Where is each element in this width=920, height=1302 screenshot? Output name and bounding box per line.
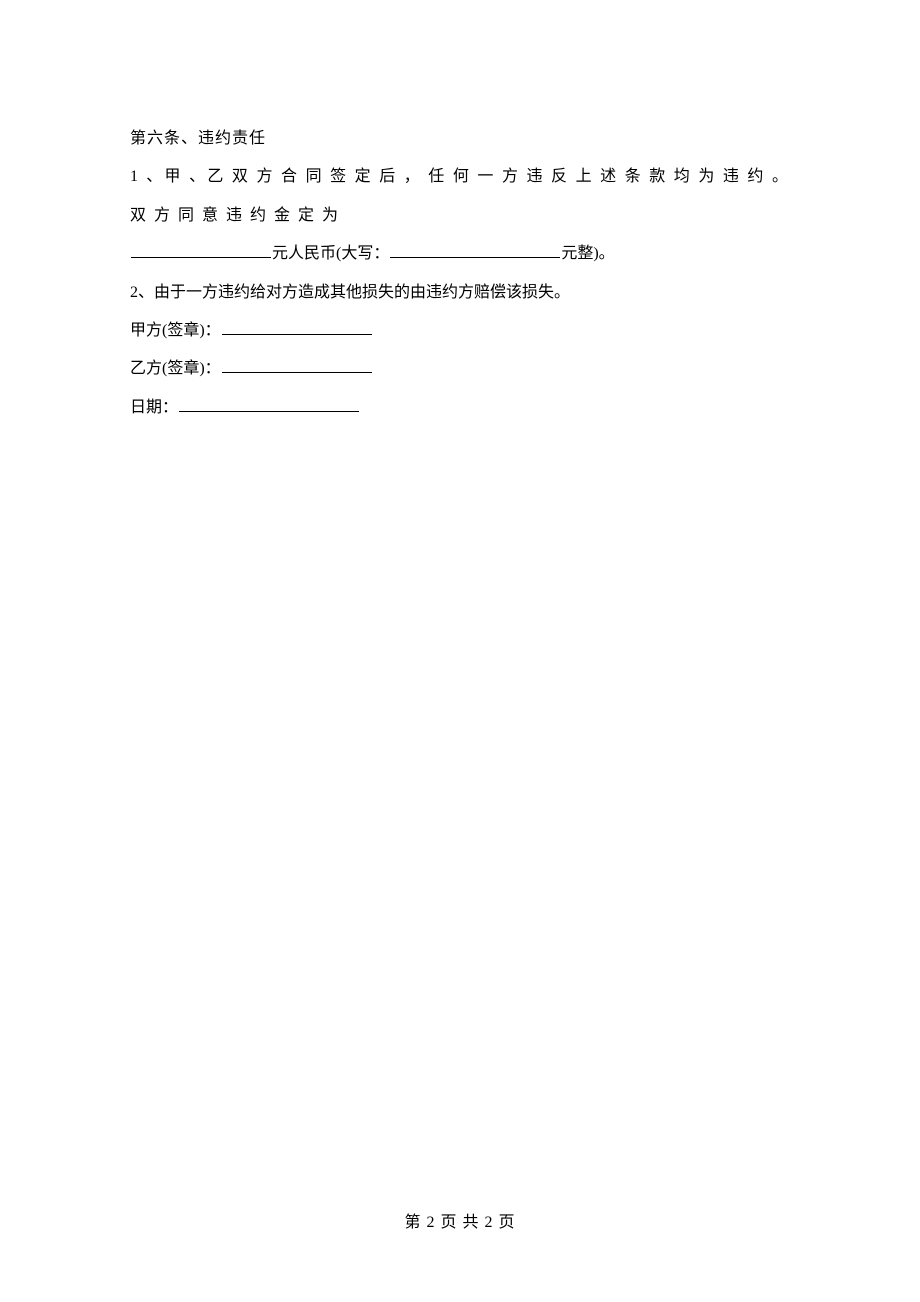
item-2: 2、由于一方违约给对方造成其他损失的由违约方赔偿该损失。 [130, 274, 790, 312]
party-b-label: 乙方(签章)： [130, 360, 221, 377]
page-body: 第六条、违约责任 1 、甲 、乙 双 方 合 同 签 定 后 ， 任 何 一 方… [0, 0, 920, 427]
party-b-blank [222, 357, 372, 373]
party-a-blank [222, 319, 372, 335]
party-b-signature-line: 乙方(签章)： [130, 350, 790, 388]
party-a-signature-line: 甲方(签章)： [130, 312, 790, 350]
item-1-line-2: 元人民币(大写： 元整)。 [130, 235, 790, 273]
article-heading: 第六条、违约责任 [130, 120, 790, 158]
party-a-label: 甲方(签章)： [130, 322, 221, 339]
item-1-line-1: 1 、甲 、乙 双 方 合 同 签 定 后 ， 任 何 一 方 违 反 上 述 … [130, 158, 790, 235]
date-blank [179, 396, 359, 412]
item-1-mid-2: 元整)。 [561, 245, 614, 262]
date-line: 日期： [130, 389, 790, 427]
amount-blank [131, 242, 271, 258]
page-footer: 第 2 页 共 2 页 [0, 1208, 920, 1232]
page-number: 第 2 页 共 2 页 [404, 1214, 515, 1231]
item-1-mid-1: 元人民币(大写： [272, 245, 389, 262]
date-label: 日期： [130, 399, 178, 416]
amount-capital-blank [390, 242, 560, 258]
